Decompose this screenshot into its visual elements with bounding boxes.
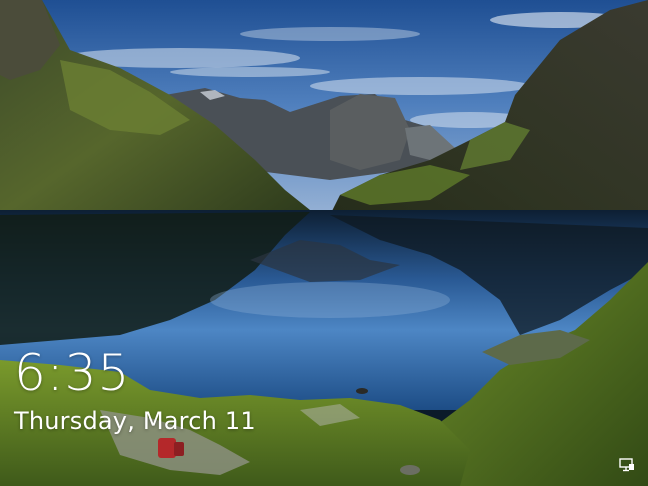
network-icon[interactable] [619, 458, 635, 472]
clock-time: 6:35 [14, 344, 131, 402]
clock-date: Thursday, March 11 [14, 407, 256, 435]
lock-screen[interactable]: 6:35 Thursday, March 11 [0, 0, 648, 486]
clock-block: 6:35 Thursday, March 11 [14, 344, 256, 436]
